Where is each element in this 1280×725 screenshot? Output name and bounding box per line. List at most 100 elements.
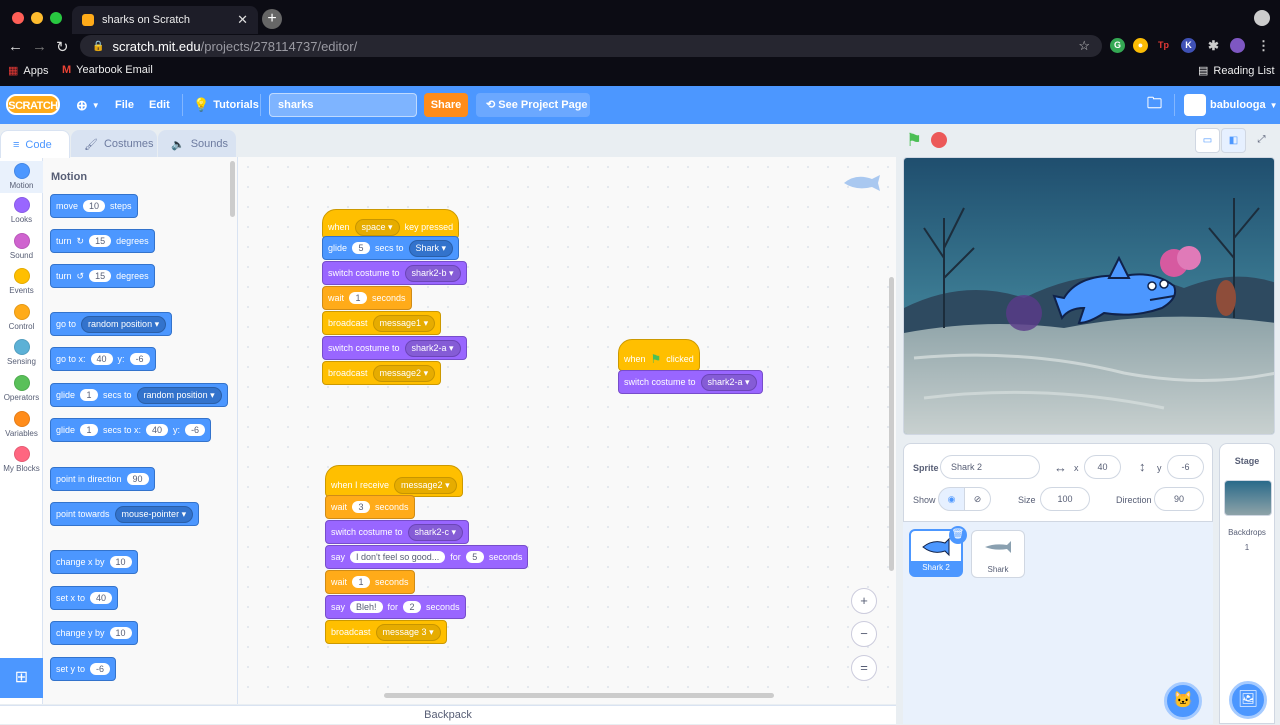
block-input[interactable]: 5 (465, 551, 484, 563)
bookmark-star-icon[interactable]: ☆ (1078, 38, 1090, 54)
block-input[interactable]: 40 (146, 424, 169, 436)
block-broadcast[interactable]: broadcast message1 ▾ (322, 311, 442, 335)
k-extension-icon[interactable]: K (1181, 38, 1196, 53)
zoom-reset-button[interactable]: = (851, 655, 877, 681)
add-extension-button[interactable]: ⊞ (0, 658, 43, 698)
block-set-x[interactable]: set x to 40 (50, 586, 119, 610)
browser-tab[interactable]: sharks on Scratch ✕ (72, 6, 258, 34)
block-input[interactable]: 1 (80, 424, 99, 436)
sprite-thumb-shark[interactable]: Shark (971, 530, 1025, 578)
tab-sounds[interactable]: 🔈 Sounds (158, 130, 236, 157)
category-operators[interactable]: Operators (0, 375, 43, 402)
block-when-key-pressed[interactable]: when space ▾ key pressed (322, 209, 460, 239)
block-dropdown[interactable]: Shark ▾ (408, 239, 454, 257)
direction-input[interactable]: 90 (1154, 487, 1204, 511)
category-sound[interactable]: Sound (0, 233, 43, 260)
maximize-window-button[interactable] (50, 12, 62, 24)
green-flag-button[interactable]: ⚑ (906, 130, 922, 151)
block-input[interactable]: 40 (90, 592, 113, 604)
normal-stage-button[interactable]: ◧ (1221, 128, 1246, 153)
block-change-y[interactable]: change y by 10 (50, 621, 138, 645)
tutorials-button[interactable]: 💡 Tutorials (193, 86, 259, 124)
block-move-steps[interactable]: move 10 steps (50, 194, 138, 218)
block-input[interactable]: 10 (109, 556, 132, 568)
category-looks[interactable]: Looks (0, 197, 43, 224)
block-dropdown[interactable]: shark2-a ▾ (404, 339, 461, 357)
block-input[interactable]: 15 (89, 235, 112, 247)
block-dropdown[interactable]: random position ▾ (136, 386, 222, 404)
block-when-flag-clicked[interactable]: when ⚑ clicked (618, 339, 700, 371)
show-visible-button[interactable]: ◉ (938, 487, 965, 511)
block-input[interactable]: 1 (352, 576, 371, 588)
chrome-extension-icon[interactable]: ● (1133, 38, 1148, 53)
stage-selector-panel[interactable]: Stage Backdrops 1 🖼 (1219, 443, 1275, 724)
block-input[interactable]: 3 (352, 501, 371, 513)
block-input[interactable]: -6 (90, 663, 111, 675)
profile-menu-icon[interactable] (1254, 10, 1270, 26)
block-input[interactable]: -6 (129, 353, 150, 365)
block-broadcast[interactable]: broadcast message2 ▾ (322, 361, 442, 385)
block-go-to-xy[interactable]: go to x: 40 y: -6 (50, 347, 156, 371)
category-sensing[interactable]: Sensing (0, 339, 43, 366)
tab-code[interactable]: ≡ Code (0, 130, 70, 158)
back-icon[interactable]: ← (8, 38, 23, 55)
reading-list-button[interactable]: ▤ Reading List (1198, 64, 1275, 78)
block-turn-right[interactable]: turn ↻ 15 degrees (50, 229, 155, 253)
block-input[interactable]: 1 (80, 389, 99, 401)
block-say-for-secs[interactable]: say Bleh! for 2 seconds (325, 595, 466, 619)
block-dropdown[interactable]: message1 ▾ (372, 314, 436, 332)
stage-canvas[interactable] (903, 157, 1275, 435)
user-avatar-extension-icon[interactable] (1230, 38, 1245, 53)
zoom-in-button[interactable]: + (851, 588, 877, 614)
block-input[interactable]: 10 (83, 200, 106, 212)
block-dropdown[interactable]: random position ▾ (81, 315, 167, 333)
category-motion[interactable]: Motion (0, 161, 43, 193)
scratch-logo[interactable]: SCRATCH (6, 94, 60, 115)
block-broadcast[interactable]: broadcast message 3 ▾ (325, 620, 447, 644)
stop-button[interactable] (931, 132, 947, 148)
backdrop-thumbnail[interactable] (1224, 480, 1272, 516)
backpack[interactable]: Backpack (0, 705, 896, 724)
block-input[interactable]: 5 (352, 242, 371, 254)
block-input[interactable]: Bleh! (350, 601, 383, 613)
block-wait[interactable]: wait 1 seconds (322, 286, 412, 310)
y-input[interactable]: -6 (1167, 455, 1204, 479)
edit-menu[interactable]: Edit (149, 86, 170, 124)
tp-extension-icon[interactable]: Tp (1156, 38, 1171, 53)
file-menu[interactable]: File (115, 86, 134, 124)
category-events[interactable]: Events (0, 268, 43, 295)
block-glide-to-xy[interactable]: glide 1 secs to x: 40 y: -6 (50, 418, 212, 442)
new-tab-button[interactable]: + (262, 9, 282, 29)
block-input[interactable]: 10 (109, 627, 132, 639)
close-tab-icon[interactable]: ✕ (237, 12, 248, 28)
account-menu[interactable]: babulooga ▼ (1184, 86, 1278, 124)
block-say-for-secs[interactable]: say I don't feel so good... for 5 seconds (325, 545, 529, 569)
show-hidden-button[interactable]: ⊘ (964, 487, 991, 511)
block-when-i-receive[interactable]: when I receive message2 ▾ (325, 465, 463, 497)
block-dropdown[interactable]: message 3 ▾ (375, 623, 441, 641)
block-switch-costume[interactable]: switch costume to shark2-b ▾ (322, 261, 467, 285)
bookmark-apps[interactable]: ▦ Apps (8, 64, 48, 78)
reload-icon[interactable]: ↻ (56, 38, 69, 56)
block-dropdown[interactable]: shark2-c ▾ (407, 523, 464, 541)
forward-icon[interactable]: → (32, 38, 47, 55)
block-dropdown[interactable]: message2 ▾ (394, 476, 457, 494)
block-wait[interactable]: wait 3 seconds (325, 495, 415, 519)
x-input[interactable]: 40 (1084, 455, 1121, 479)
script-horizontal-scrollbar[interactable] (384, 693, 774, 698)
block-dropdown[interactable]: space ▾ (354, 218, 400, 236)
block-wait[interactable]: wait 1 seconds (325, 570, 415, 594)
block-input[interactable]: -6 (185, 424, 206, 436)
block-switch-costume[interactable]: switch costume to shark2-a ▾ (322, 336, 467, 360)
block-go-to[interactable]: go to random position ▾ (50, 312, 173, 336)
sprite-name-input[interactable]: Shark 2 (940, 455, 1040, 479)
block-dropdown[interactable]: message2 ▾ (372, 364, 436, 382)
block-input[interactable]: I don't feel so good... (350, 551, 446, 563)
block-point-towards[interactable]: point towards mouse-pointer ▾ (50, 502, 200, 526)
block-point-in-direction[interactable]: point in direction 90 (50, 467, 155, 491)
script-vertical-scrollbar[interactable] (889, 277, 894, 571)
small-stage-button[interactable]: ▭ (1195, 128, 1220, 153)
block-switch-costume[interactable]: switch costume to shark2-c ▾ (325, 520, 470, 544)
category-my-blocks[interactable]: My Blocks (0, 446, 43, 473)
choose-sprite-button[interactable]: 🐱 (1164, 682, 1202, 720)
